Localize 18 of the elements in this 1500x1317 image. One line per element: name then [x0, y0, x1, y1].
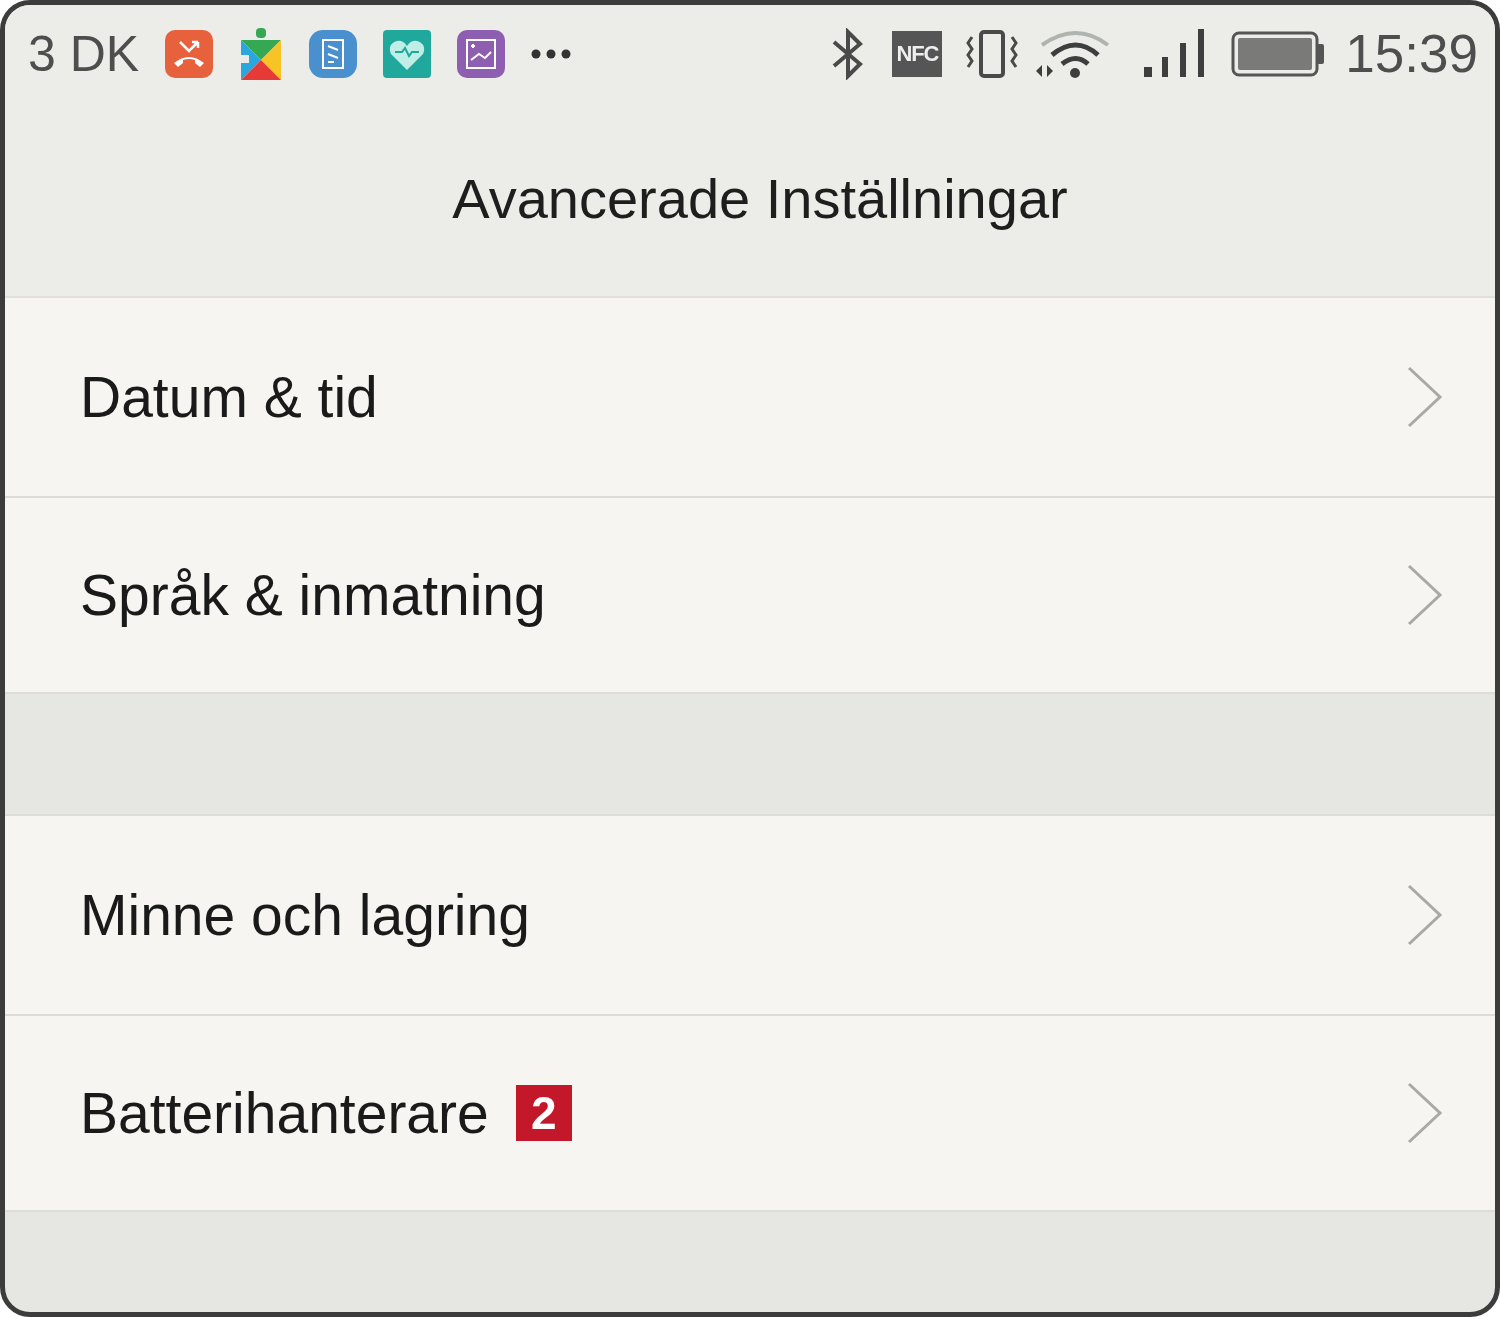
row-label: Datum & tid	[80, 368, 378, 426]
chevron-right-icon	[1407, 1082, 1443, 1144]
battery-icon	[1231, 30, 1326, 77]
settings-row[interactable]: Minne och lagring	[5, 816, 1495, 1014]
chevron-right-icon	[1407, 884, 1443, 946]
clock-time: 15:39	[1345, 27, 1478, 80]
settings-row[interactable]: Språk & inmatning	[5, 496, 1495, 694]
notification-badge: 2	[515, 1085, 572, 1141]
chevron-right-icon	[1407, 366, 1443, 428]
chevron-right-icon	[1407, 564, 1443, 626]
row-label: Batterihanterare	[80, 1084, 489, 1142]
settings-row[interactable]: Datum & tid	[5, 298, 1495, 496]
settings-row[interactable]: Batterihanterare 2	[5, 1014, 1495, 1212]
nfc-indicator: NFC	[892, 30, 943, 77]
carrier-name: 3 DK	[28, 28, 140, 79]
signal-icon	[1144, 28, 1207, 79]
more-icon	[531, 48, 572, 59]
wifi-icon	[1036, 28, 1111, 79]
